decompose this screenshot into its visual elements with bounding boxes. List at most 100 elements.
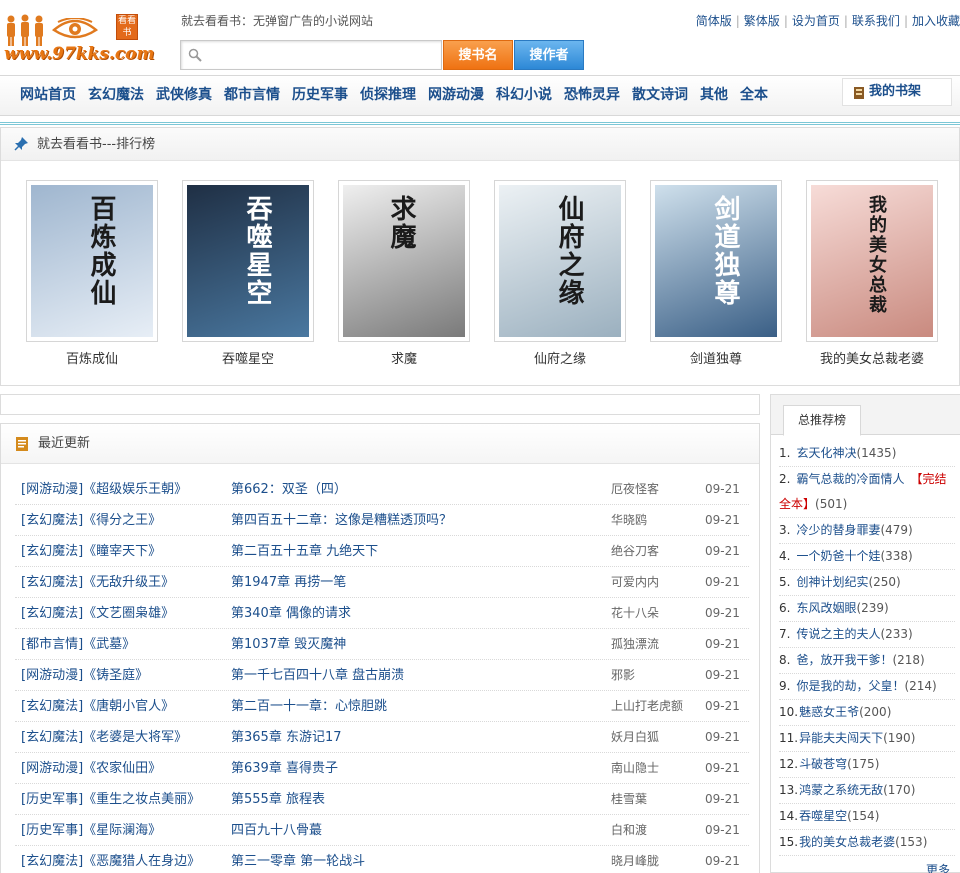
book-cover-frame[interactable]: 百炼成仙	[26, 180, 158, 342]
update-chapter-link[interactable]: 第365章 东游记17	[231, 722, 342, 753]
update-category-book[interactable]: [玄幻魔法]《瞳宰天下》	[21, 536, 161, 567]
recommend-title[interactable]: 爸，放开我干爹！	[796, 653, 892, 667]
book-cover-frame[interactable]: 仙府之缘	[494, 180, 626, 342]
book-cover-image[interactable]: 我的美女总裁	[811, 185, 933, 337]
link-simplified[interactable]: 简体版	[696, 14, 732, 28]
recommend-title[interactable]: 异能夫夫闯天下	[799, 731, 883, 745]
search-input[interactable]	[207, 45, 437, 65]
my-bookshelf-button[interactable]: 我的书架	[842, 78, 952, 106]
book-cover-image[interactable]: 剑道独尊	[655, 185, 777, 337]
update-category-book[interactable]: [玄幻魔法]《得分之王》	[21, 505, 161, 536]
book-cover-image[interactable]: 求魔	[343, 185, 465, 337]
ranking-book[interactable]: 吞噬星空 吞噬星空	[182, 180, 314, 367]
update-chapter-link[interactable]: 第1947章 再捞一笔	[231, 567, 346, 598]
recommend-title[interactable]: 吞噬星空	[799, 809, 847, 823]
update-category-book[interactable]: [网游动漫]《超级娱乐王朝》	[21, 474, 187, 505]
nav-history[interactable]: 历史军事	[292, 76, 348, 114]
update-chapter-link[interactable]: 第一千七百四十八章 盘古崩溃	[231, 660, 404, 691]
recommend-item[interactable]: 4. 一个奶爸十个娃(338)	[779, 544, 955, 570]
ranking-book[interactable]: 我的美女总裁我的美女总裁老婆	[806, 180, 938, 367]
recommend-item[interactable]: 11.异能夫夫闯天下(190)	[779, 726, 955, 752]
recommend-title[interactable]: 玄天化神决	[796, 446, 856, 460]
nav-poetry[interactable]: 散文诗词	[632, 76, 688, 114]
update-chapter-link[interactable]: 第四百五十二章：这像是糟糕透顶吗？	[231, 505, 452, 536]
nav-home[interactable]: 网站首页	[20, 76, 76, 114]
book-cover-frame[interactable]: 吞噬星空	[182, 180, 314, 342]
recommend-title[interactable]: 冷少的替身罪妻	[796, 523, 880, 537]
ranking-book[interactable]: 剑道独尊 剑道独尊	[650, 180, 782, 367]
update-category-book[interactable]: [玄幻魔法]《无敌升级王》	[21, 567, 174, 598]
book-name[interactable]: 我的美女总裁老婆	[806, 348, 938, 367]
update-chapter-link[interactable]: 第三一零章 第一轮战斗	[231, 846, 365, 873]
book-cover-image[interactable]: 吞噬星空	[187, 185, 309, 337]
nav-complete[interactable]: 全本	[740, 76, 768, 114]
nav-other[interactable]: 其他	[700, 76, 728, 114]
link-set-homepage[interactable]: 设为首页	[792, 14, 840, 28]
update-chapter-link[interactable]: 第555章 旅程表	[231, 784, 325, 815]
recommend-title[interactable]: 传说之主的夫人	[796, 627, 880, 641]
nav-wuxia[interactable]: 武侠修真	[156, 76, 212, 114]
recommend-item[interactable]: 10.魅惑女王爷(200)	[779, 700, 955, 726]
update-chapter-link[interactable]: 第340章 偶像的请求	[231, 598, 351, 629]
recommend-title[interactable]: 东风改姻眼	[796, 601, 856, 615]
recommend-title[interactable]: 你是我的劫，父皇！	[796, 679, 904, 693]
update-category-book[interactable]: [玄幻魔法]《恶魔猎人在身边》	[21, 846, 200, 873]
update-category-book[interactable]: [玄幻魔法]《文艺圈枭雄》	[21, 598, 174, 629]
more-link[interactable]: 更多	[926, 861, 950, 873]
search-author-button[interactable]: 搜作者	[514, 40, 584, 70]
nav-detective[interactable]: 侦探推理	[360, 76, 416, 114]
update-chapter-link[interactable]: 第二百五十五章 九绝天下	[231, 536, 378, 567]
update-category-book[interactable]: [历史军事]《星际澜海》	[21, 815, 161, 846]
recommend-title[interactable]: 我的美女总裁老婆	[799, 835, 895, 849]
recommend-item[interactable]: 15.我的美女总裁老婆(153)	[779, 830, 955, 856]
book-name[interactable]: 吞噬星空	[182, 348, 314, 367]
recommend-item[interactable]: 12.斗破苍穹(175)	[779, 752, 955, 778]
recommend-item[interactable]: 7. 传说之主的夫人(233)	[779, 622, 955, 648]
nav-horror[interactable]: 恐怖灵异	[564, 76, 620, 114]
nav-game[interactable]: 网游动漫	[428, 76, 484, 114]
link-contact[interactable]: 联系我们	[852, 14, 900, 28]
recommend-item[interactable]: 1. 玄天化神决(1435)	[779, 441, 955, 467]
book-name[interactable]: 求魔	[338, 348, 470, 367]
recommend-title[interactable]: 魅惑女王爷	[799, 705, 859, 719]
nav-scifi[interactable]: 科幻小说	[496, 76, 552, 114]
nav-urban[interactable]: 都市言情	[224, 76, 280, 114]
recommend-item[interactable]: 3. 冷少的替身罪妻(479)	[779, 518, 955, 544]
update-chapter-link[interactable]: 四百九十八骨蕞	[231, 815, 322, 846]
book-cover-frame[interactable]: 求魔	[338, 180, 470, 342]
book-cover-frame[interactable]: 我的美女总裁	[806, 180, 938, 342]
update-chapter-link[interactable]: 第二百一十一章：心惊胆跳	[231, 691, 387, 722]
tab-total-recommend[interactable]: 总推荐榜	[783, 405, 861, 436]
ranking-book[interactable]: 仙府之缘 仙府之缘	[494, 180, 626, 367]
book-cover-image[interactable]: 仙府之缘	[499, 185, 621, 337]
recommend-item[interactable]: 6. 东风改姻眼(239)	[779, 596, 955, 622]
recommend-item[interactable]: 8. 爸，放开我干爹！(218)	[779, 648, 955, 674]
ranking-book[interactable]: 求魔 求魔	[338, 180, 470, 367]
nav-fantasy[interactable]: 玄幻魔法	[88, 76, 144, 114]
recommend-item[interactable]: 9. 你是我的劫，父皇！(214)	[779, 674, 955, 700]
ranking-book[interactable]: 百炼成仙 百炼成仙	[26, 180, 158, 367]
update-category-book[interactable]: [网游动漫]《农家仙田》	[21, 753, 161, 784]
recommend-title[interactable]: 霸气总裁的冷面情人	[796, 472, 904, 486]
update-chapter-link[interactable]: 第1037章 毁灭魔神	[231, 629, 346, 660]
recommend-title[interactable]: 一个奶爸十个娃	[796, 549, 880, 563]
update-category-book[interactable]: [玄幻魔法]《唐朝小官人》	[21, 691, 174, 722]
update-chapter-link[interactable]: 第662：双圣（四）	[231, 474, 347, 505]
book-name[interactable]: 百炼成仙	[26, 348, 158, 367]
recommend-title[interactable]: 鸿蒙之系统无敌	[799, 783, 883, 797]
recommend-item[interactable]: 14.吞噬星空(154)	[779, 804, 955, 830]
recommend-title[interactable]: 斗破苍穹	[799, 757, 847, 771]
book-cover-frame[interactable]: 剑道独尊	[650, 180, 782, 342]
book-cover-image[interactable]: 百炼成仙	[31, 185, 153, 337]
link-traditional[interactable]: 繁体版	[744, 14, 780, 28]
link-bookmark[interactable]: 加入收藏	[912, 14, 960, 28]
book-name[interactable]: 仙府之缘	[494, 348, 626, 367]
update-category-book[interactable]: [网游动漫]《铸圣庭》	[21, 660, 148, 691]
recommend-item[interactable]: 13.鸿蒙之系统无敌(170)	[779, 778, 955, 804]
update-category-book[interactable]: [玄幻魔法]《老婆是大将军》	[21, 722, 187, 753]
recommend-item[interactable]: 5. 创神计划纪实(250)	[779, 570, 955, 596]
update-category-book[interactable]: [都市言情]《武墓》	[21, 629, 135, 660]
book-name[interactable]: 剑道独尊	[650, 348, 782, 367]
recommend-item[interactable]: 2. 霸气总裁的冷面情人 【完结全本】(501)	[779, 467, 955, 518]
search-book-button[interactable]: 搜书名	[443, 40, 513, 70]
